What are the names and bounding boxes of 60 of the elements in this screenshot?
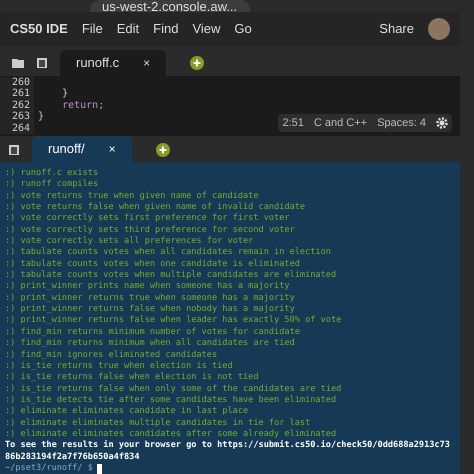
terminal-line: :) tabulate counts votes when multiple candidates are eliminated bbox=[5, 270, 338, 282]
line-number: 260 bbox=[0, 76, 34, 88]
terminal-line: :) is_tie returns true when election is tied bbox=[5, 360, 234, 372]
file-icon[interactable] bbox=[36, 57, 48, 69]
code-line: } bbox=[37, 111, 44, 122]
menu-item[interactable]: View bbox=[192, 19, 220, 39]
menu-item[interactable]: Edit bbox=[116, 19, 140, 39]
terminal-line: 86b283194f2a7f76b650a4f834 bbox=[5, 452, 141, 463]
terminal-line: :) runoff compiles bbox=[5, 179, 100, 191]
terminal-line: :) vote correctly sets all preferences for voter bbox=[5, 236, 254, 247]
terminal-line: :) vote correctly sets third preference for second voter bbox=[5, 224, 296, 236]
terminal-line: :) is_tie detects tie after some candidates have been eliminated bbox=[5, 394, 338, 406]
menu-item[interactable]: Go bbox=[234, 19, 252, 39]
line-number: 263 bbox=[0, 111, 34, 122]
prompt: ~/pset3/runoff/ $ bbox=[5, 462, 93, 474]
close-icon[interactable]: × bbox=[143, 54, 150, 72]
folder-icon[interactable] bbox=[12, 58, 24, 68]
terminal-line: :) print_winner returns false when nobody has a majority bbox=[5, 304, 296, 315]
app-title: CS50 IDE bbox=[10, 20, 68, 38]
terminal-line: :) eliminate eliminates candidate in last place bbox=[5, 406, 250, 418]
code-line: return; bbox=[61, 100, 104, 111]
terminal-line: :) runoff.c exists bbox=[5, 168, 100, 179]
menu-item[interactable]: Find bbox=[153, 19, 178, 39]
indent-setting[interactable]: Spaces: 4 bbox=[377, 114, 426, 132]
tab[interactable]: runoff/ × bbox=[32, 136, 132, 162]
terminal-line: :) is_tie returns false when only some of the candidates are tied bbox=[5, 384, 342, 395]
settings-icon[interactable] bbox=[436, 117, 448, 129]
add-icon[interactable] bbox=[156, 143, 170, 157]
tab[interactable]: runoff.c × bbox=[60, 50, 166, 76]
terminal-line: :) find_min returns minimum when all candidates are tied bbox=[5, 338, 296, 350]
cursor-position: 2:51 bbox=[282, 116, 304, 131]
cursor bbox=[96, 464, 102, 474]
terminal-line: :) print_winner returns false when leader has exactly 50% of vote bbox=[5, 315, 342, 327]
avatar-icon[interactable] bbox=[428, 18, 450, 40]
terminal-line: :) print_winner returns true when someone has a majority bbox=[5, 292, 296, 304]
terminal-line: :) find_min returns minimum number of votes for candidate bbox=[5, 326, 301, 338]
code-line: } bbox=[61, 88, 68, 100]
line-number: 264 bbox=[0, 122, 34, 134]
terminal-line: :) vote returns true when given name of candidate bbox=[5, 190, 260, 202]
terminal-line: :) print_winner prints name when someone has a majority bbox=[5, 281, 291, 293]
line-number: 261 bbox=[0, 88, 34, 100]
file-icon[interactable] bbox=[8, 144, 20, 156]
tab-label: runoff/ bbox=[48, 140, 85, 158]
close-icon[interactable]: × bbox=[108, 140, 116, 158]
terminal-line: :) eliminate eliminates candidates after some already eliminated bbox=[5, 428, 338, 440]
terminal-line: :) vote correctly sets first preference for first voter bbox=[5, 213, 291, 225]
menu-item[interactable]: File bbox=[82, 19, 103, 39]
line-number: 262 bbox=[0, 100, 34, 111]
language-label[interactable]: C and C++ bbox=[314, 114, 368, 132]
terminal-line: :) find_min ignores eliminated candidates bbox=[5, 350, 218, 361]
add-icon[interactable] bbox=[190, 56, 204, 70]
tab-label: runoff.c bbox=[76, 54, 120, 72]
terminal-line: To see the results in your browser go to https://submit.cs50.io/check50/0dd688a2913c73 bbox=[5, 440, 451, 452]
terminal-line: :) tabulate counts votes when all candidates remain in election bbox=[5, 247, 332, 259]
terminal-line: :) tabulate counts votes when one candidate is eliminated bbox=[5, 258, 301, 270]
terminal-line: :) is_tie returns false when election is not tied bbox=[5, 372, 260, 384]
share-button[interactable]: Share bbox=[379, 19, 414, 39]
terminal-line: :) vote returns false when given name of invalid candidate bbox=[5, 202, 306, 213]
address-bar[interactable]: us-west-2.console.aw... bbox=[90, 0, 250, 12]
terminal-line: :) eliminate eliminates multiple candidates in tie for last bbox=[5, 418, 312, 429]
